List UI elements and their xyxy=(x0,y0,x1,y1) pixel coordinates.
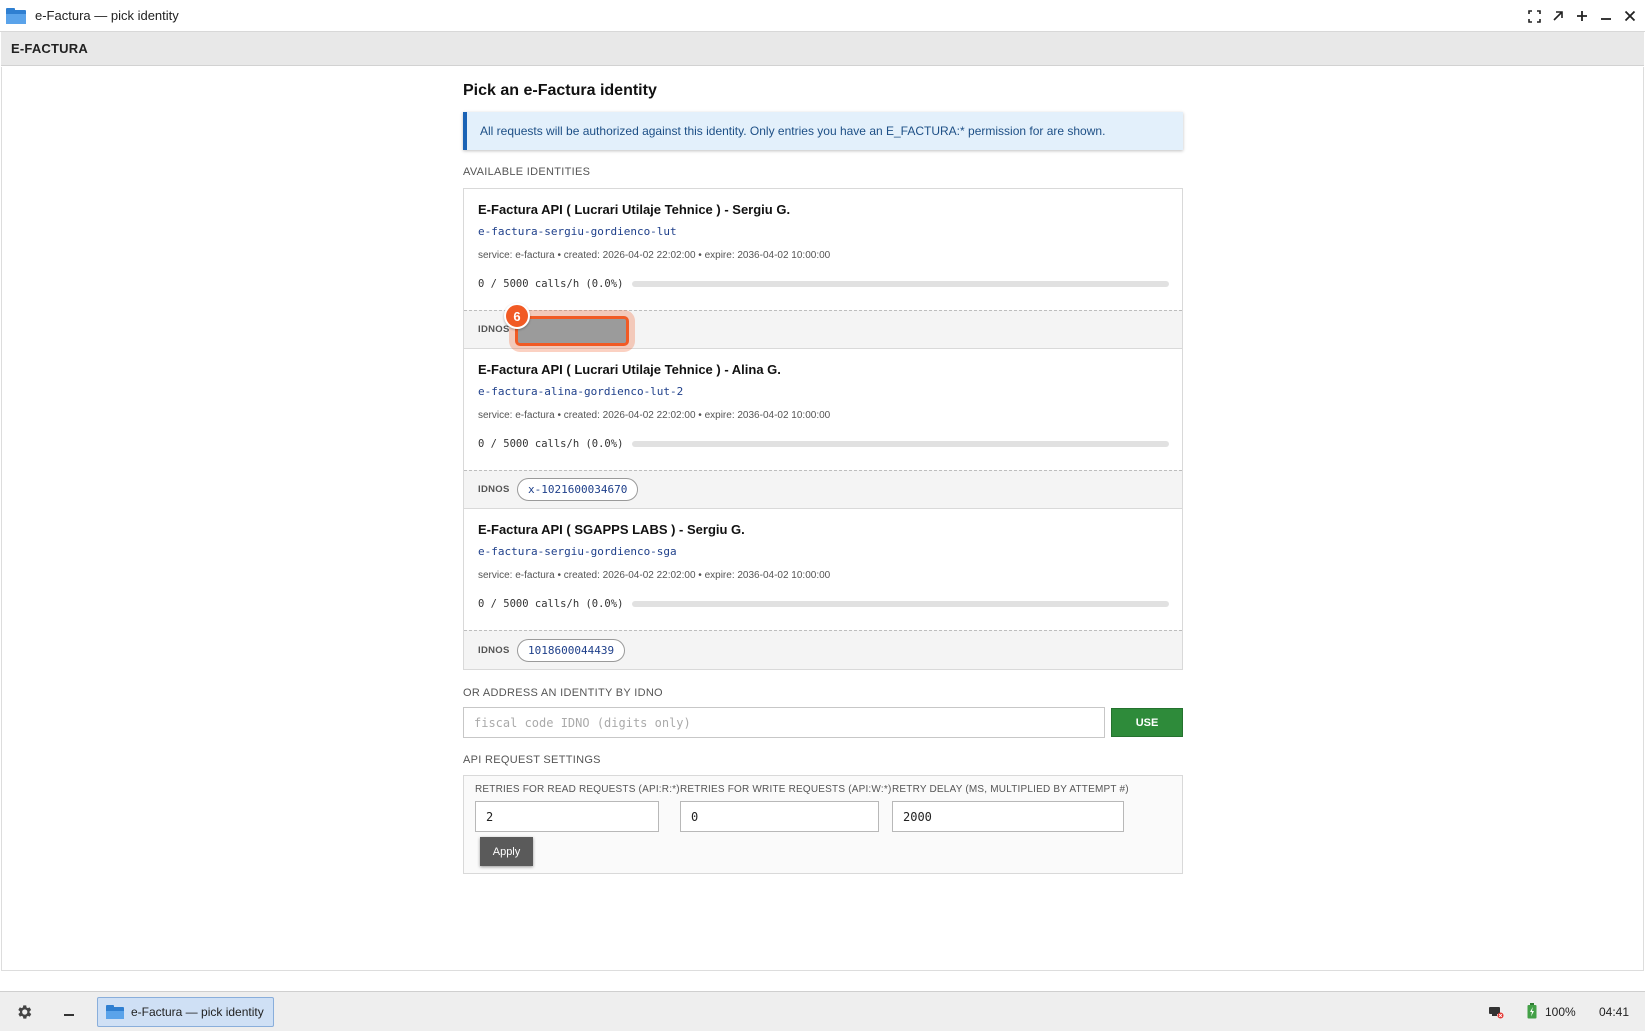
idno-chip[interactable] xyxy=(515,316,629,346)
available-identities-label: AVAILABLE IDENTITIES xyxy=(463,166,591,178)
window-title: e-Factura — pick identity xyxy=(35,8,179,23)
write-retries-field: RETRIES FOR WRITE REQUESTS (API:W:*) xyxy=(680,784,891,832)
folder-icon xyxy=(106,1005,124,1019)
window-titlebar: e-Factura — pick identity xyxy=(0,0,1645,32)
retry-delay-field: RETRY DELAY (MS, MULTIPLIED BY ATTEMPT #… xyxy=(892,784,1129,832)
step-badge: 6 xyxy=(504,303,530,329)
idnos-label: IDNOS xyxy=(478,644,510,656)
task-label: e-Factura — pick identity xyxy=(131,1005,264,1019)
main-footer xyxy=(1,970,1644,991)
identity-name: E-Factura API ( Lucrari Utilaje Tehnice … xyxy=(478,362,781,377)
close-icon[interactable] xyxy=(1623,9,1637,23)
info-text: All requests will be authorized against … xyxy=(480,124,1106,138)
identity-idnos: IDNOS x-1021600034670 xyxy=(464,470,1182,509)
usage-text: 0 / 5000 calls/h (0.0%) xyxy=(478,438,624,450)
identity-card[interactable]: E-Factura API ( SGAPPS LABS ) - Sergiu G… xyxy=(464,509,1182,630)
app-title: E-FACTURA xyxy=(11,41,88,56)
api-settings-panel: RETRIES FOR READ REQUESTS (API:R:*) RETR… xyxy=(463,775,1183,874)
usage-text: 0 / 5000 calls/h (0.0%) xyxy=(478,598,624,610)
identity-idnos: IDNOS 1018600044439 xyxy=(464,630,1182,669)
identity-slug: e-factura-sergiu-gordienco-sga xyxy=(478,545,677,558)
taskbar-task-efactura[interactable]: e-Factura — pick identity xyxy=(97,997,274,1027)
idno-input[interactable] xyxy=(463,707,1106,738)
plus-icon[interactable] xyxy=(1575,9,1589,23)
identity-name: E-Factura API ( SGAPPS LABS ) - Sergiu G… xyxy=(478,522,745,537)
api-settings-label: API REQUEST SETTINGS xyxy=(463,754,601,766)
page-title: Pick an e-Factura identity xyxy=(463,82,657,99)
identity-card[interactable]: E-Factura API ( Lucrari Utilaje Tehnice … xyxy=(464,189,1182,310)
write-retries-label: RETRIES FOR WRITE REQUESTS (API:W:*) xyxy=(680,784,892,795)
battery-percent: 100% xyxy=(1545,1005,1576,1019)
info-notice: All requests will be authorized against … xyxy=(463,112,1183,150)
identity-name: E-Factura API ( Lucrari Utilaje Tehnice … xyxy=(478,202,791,217)
usage-bar xyxy=(632,281,1169,287)
identity-meta: service: e-factura • created: 2026-04-02… xyxy=(478,410,831,421)
window-controls xyxy=(1527,0,1637,32)
identity-meta: service: e-factura • created: 2026-04-02… xyxy=(478,250,831,261)
battery-icon[interactable] xyxy=(1527,1003,1537,1019)
identity-idnos: IDNOS 6 xyxy=(464,303,1182,349)
identity-usage: 0 / 5000 calls/h (0.0%) xyxy=(478,437,1169,451)
clock[interactable]: 04:41 xyxy=(1599,1005,1629,1019)
minimize-all-icon[interactable] xyxy=(63,1005,75,1019)
restore-icon[interactable] xyxy=(1551,9,1565,23)
retry-delay-input[interactable] xyxy=(892,801,1124,832)
retry-delay-label: RETRY DELAY (MS, MULTIPLIED BY ATTEMPT #… xyxy=(892,784,1129,795)
usage-text: 0 / 5000 calls/h (0.0%) xyxy=(478,278,624,290)
use-button[interactable]: USE xyxy=(1111,708,1183,737)
identity-usage: 0 / 5000 calls/h (0.0%) xyxy=(478,597,1169,611)
write-retries-input[interactable] xyxy=(680,801,879,832)
minimize-icon[interactable] xyxy=(1599,9,1613,23)
identity-slug: e-factura-alina-gordienco-lut-2 xyxy=(478,385,684,398)
identity-usage: 0 / 5000 calls/h (0.0%) xyxy=(478,277,1169,291)
network-disconnected-icon[interactable] xyxy=(1488,1005,1504,1019)
app-header: E-FACTURA xyxy=(1,32,1644,66)
folder-icon xyxy=(6,7,26,24)
idno-chip[interactable]: x-1021600034670 xyxy=(517,478,639,501)
identity-slug: e-factura-sergiu-gordienco-lut xyxy=(478,225,677,238)
apply-button[interactable]: Apply xyxy=(480,837,533,866)
identity-card[interactable]: E-Factura API ( Lucrari Utilaje Tehnice … xyxy=(464,349,1182,470)
address-row: USE xyxy=(463,707,1183,738)
usage-bar xyxy=(632,601,1169,607)
read-retries-label: RETRIES FOR READ REQUESTS (API:R:*) xyxy=(475,784,680,795)
usage-bar xyxy=(632,441,1169,447)
read-retries-field: RETRIES FOR READ REQUESTS (API:R:*) xyxy=(475,784,680,832)
idnos-label: IDNOS xyxy=(478,484,510,495)
taskbar: e-Factura — pick identity 100% 04:41 xyxy=(0,991,1645,1031)
gear-icon[interactable] xyxy=(15,1003,33,1021)
address-by-idno-label: OR ADDRESS AN IDENTITY BY IDNO xyxy=(463,687,663,699)
idno-chip[interactable]: 1018600044439 xyxy=(517,638,626,662)
identity-list: E-Factura API ( Lucrari Utilaje Tehnice … xyxy=(463,188,1183,670)
identity-picker: Pick an e-Factura identity All requests … xyxy=(463,82,1183,874)
identity-meta: service: e-factura • created: 2026-04-02… xyxy=(478,570,831,581)
read-retries-input[interactable] xyxy=(475,801,659,832)
fullscreen-icon[interactable] xyxy=(1527,9,1541,23)
